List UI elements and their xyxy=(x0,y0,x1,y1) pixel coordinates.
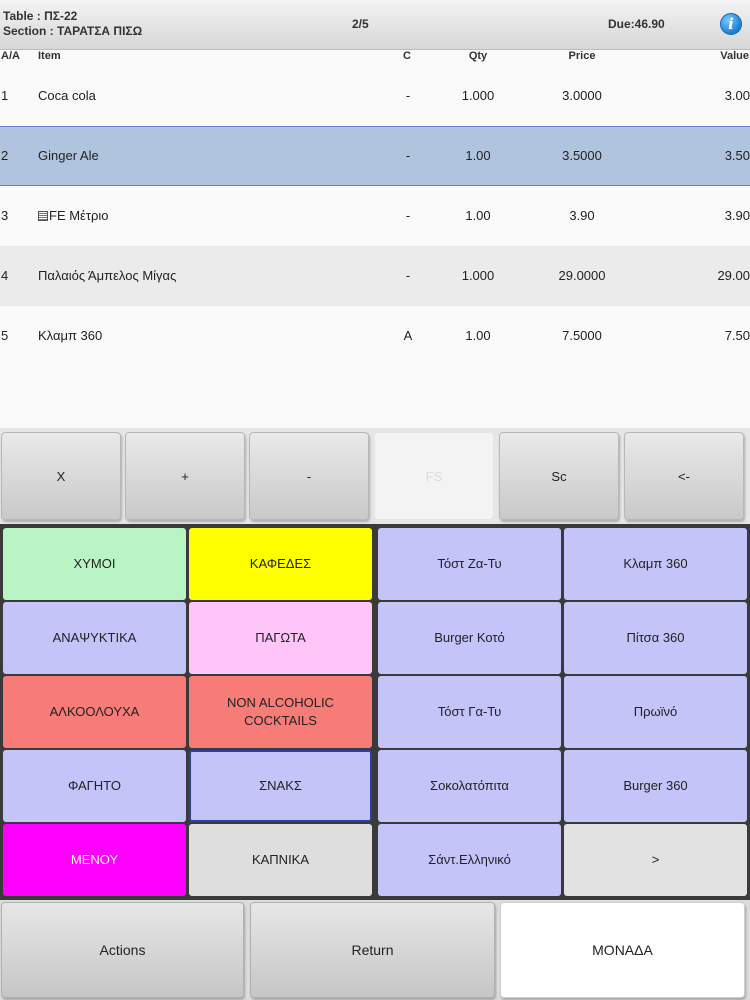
col-value: Value xyxy=(720,50,749,62)
product-button[interactable]: Τόστ Γα-Τυ xyxy=(378,676,561,748)
category-button[interactable]: ΑΝΑΨΥΚΤΙΚΑ xyxy=(3,602,186,674)
section-label: Section : ΤΑΡΑΤΣΑ ΠΙΣΩ xyxy=(3,24,143,38)
category-button[interactable]: ΜΕΝΟΥ xyxy=(3,824,186,896)
category-button[interactable]: ΚΑΠΝΙΚΑ xyxy=(189,824,372,896)
row-value: 3.00 xyxy=(724,88,750,103)
plus-button[interactable]: + xyxy=(125,432,245,520)
table-row[interactable]: 4 Παλαιός Άμπελος Μίγας - 1.000 29.0000 … xyxy=(0,246,750,306)
row-c: A xyxy=(403,328,413,343)
category-button[interactable]: ΑΛΚΟΟΛΟΥΧΑ xyxy=(3,676,186,748)
bottom-bar: Actions Return ΜΟΝΑΔΑ xyxy=(0,900,750,1000)
note-icon xyxy=(38,211,48,221)
header-bar: Table : ΠΣ-22 Section : ΤΑΡΑΤΣΑ ΠΙΣΩ 2/5… xyxy=(0,0,750,50)
category-button[interactable]: ΦΑΓΗΤΟ xyxy=(3,750,186,822)
col-item: Item xyxy=(38,50,61,62)
order-table: A/A Item C Qty Price Value 1 Coca cola -… xyxy=(0,50,750,430)
table-header: A/A Item C Qty Price Value xyxy=(0,50,750,66)
table-row[interactable]: 3 FE Μέτριο - 1.00 3.90 3.90 xyxy=(0,186,750,246)
product-button[interactable]: Κλαμπ 360 xyxy=(564,528,747,600)
actions-button[interactable]: Actions xyxy=(1,902,244,998)
row-value: 7.50 xyxy=(724,328,750,343)
row-c: - xyxy=(405,148,411,163)
row-price: 7.5000 xyxy=(562,328,602,343)
row-price: 3.0000 xyxy=(562,88,602,103)
next-page-button[interactable]: > xyxy=(564,824,747,896)
col-price: Price xyxy=(568,50,596,62)
table-row[interactable]: 1 Coca cola - 1.000 3.0000 3.00 xyxy=(0,66,750,126)
product-button[interactable]: Σάντ.Ελληνικό xyxy=(378,824,561,896)
product-button[interactable]: Burger Κοτό xyxy=(378,602,561,674)
menu-grids: ΧΥΜΟΙ ΚΑΦΕΔΕΣ ΑΝΑΨΥΚΤΙΚΑ ΠΑΓΩΤΑ ΑΛΚΟΟΛΟΥΧΑ NO… xyxy=(0,524,750,900)
row-c: - xyxy=(405,208,411,223)
row-qty: 1.00 xyxy=(465,328,491,343)
backspace-button[interactable]: <- xyxy=(624,432,744,520)
product-button[interactable]: Πρωϊνό xyxy=(564,676,747,748)
row-aa: 4 xyxy=(1,268,9,283)
delete-x-button[interactable]: X xyxy=(1,432,121,520)
row-c: - xyxy=(405,88,411,103)
col-qty: Qty xyxy=(468,50,488,62)
category-button[interactable]: ΠΑΓΩΤΑ xyxy=(189,602,372,674)
info-icon[interactable]: i xyxy=(720,13,742,35)
table-row-selected[interactable]: 2 Ginger Ale - 1.00 3.5000 3.50 xyxy=(0,126,750,186)
row-aa: 5 xyxy=(1,328,9,343)
row-item: Κλαμπ 360 xyxy=(38,328,103,343)
category-button[interactable]: ΣΝΑΚΣ xyxy=(189,750,372,822)
category-button[interactable]: NON ALCOHOLIC COCKTAILS xyxy=(189,676,372,748)
row-value: 3.90 xyxy=(724,208,750,223)
row-item: Παλαιός Άμπελος Μίγας xyxy=(38,268,177,283)
row-qty: 1.000 xyxy=(461,88,495,103)
col-c: C xyxy=(403,50,411,62)
unit-button[interactable]: ΜΟΝΑΔΑ xyxy=(500,902,745,998)
table-info: Table : ΠΣ-22 Section : ΤΑΡΑΤΣΑ ΠΙΣΩ xyxy=(3,9,142,39)
row-qty: 1.00 xyxy=(465,148,491,163)
table-row[interactable]: 5 Κλαμπ 360 A 1.00 7.5000 7.50 xyxy=(0,306,750,366)
due-amount: Due:46.90 xyxy=(608,17,665,31)
row-value: 29.00 xyxy=(717,268,750,283)
row-value: 3.50 xyxy=(724,148,750,163)
table-label: Table : ΠΣ-22 xyxy=(3,9,78,23)
row-aa: 1 xyxy=(1,88,9,103)
row-price: 3.5000 xyxy=(562,148,602,163)
page-indicator: 2/5 xyxy=(352,17,369,31)
product-button[interactable]: Burger 360 xyxy=(564,750,747,822)
col-aa: A/A xyxy=(1,50,20,62)
row-c: - xyxy=(405,268,411,283)
row-item-text: FE Μέτριο xyxy=(49,208,109,223)
minus-button[interactable]: - xyxy=(249,432,369,520)
row-price: 3.90 xyxy=(569,208,595,223)
return-button[interactable]: Return xyxy=(250,902,495,998)
row-item: Coca cola xyxy=(38,88,96,103)
product-button[interactable]: Σοκολατόπιτα xyxy=(378,750,561,822)
row-item-with-note: FE Μέτριο xyxy=(38,208,109,223)
row-item: Ginger Ale xyxy=(38,148,99,163)
category-button[interactable]: ΧΥΜΟΙ xyxy=(3,528,186,600)
category-button[interactable]: ΚΑΦΕΔΕΣ xyxy=(189,528,372,600)
sc-button[interactable]: Sc xyxy=(499,432,619,520)
fs-button[interactable]: FS xyxy=(374,432,494,520)
row-qty: 1.000 xyxy=(461,268,495,283)
row-aa: 3 xyxy=(1,208,9,223)
row-qty: 1.00 xyxy=(465,208,491,223)
row-price: 29.0000 xyxy=(558,268,606,283)
row-aa: 2 xyxy=(1,148,9,163)
product-button[interactable]: Πίτσα 360 xyxy=(564,602,747,674)
product-button[interactable]: Τόστ Ζα-Τυ xyxy=(378,528,561,600)
function-keys: X + - FS Sc <- xyxy=(0,428,750,524)
